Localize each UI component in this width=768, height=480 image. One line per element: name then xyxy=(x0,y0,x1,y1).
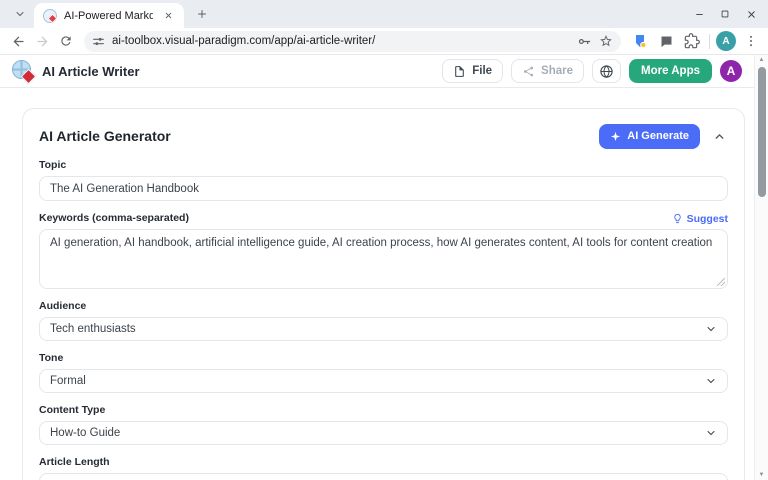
suggest-label: Suggest xyxy=(687,213,728,225)
bookmark-star-icon[interactable] xyxy=(599,34,613,48)
more-apps-button[interactable]: More Apps xyxy=(629,59,712,83)
language-globe-button[interactable] xyxy=(592,59,621,83)
share-button[interactable]: Share xyxy=(511,59,584,83)
tone-label: Tone xyxy=(39,352,728,365)
ai-generate-label: AI Generate xyxy=(627,130,689,142)
audience-select[interactable]: Tech enthusiasts xyxy=(39,317,728,341)
toolbar-separator xyxy=(709,34,710,49)
keywords-textarea[interactable]: AI generation, AI handbook, artificial i… xyxy=(39,229,728,289)
topic-input[interactable] xyxy=(39,176,728,201)
keywords-field-group: Keywords (comma-separated) Suggest AI ge… xyxy=(39,212,728,289)
article-length-select[interactable] xyxy=(39,473,728,480)
tone-select[interactable]: Formal xyxy=(39,369,728,393)
card-title: AI Article Generator xyxy=(39,128,171,144)
chevron-down-icon xyxy=(705,375,717,387)
tab-favicon-icon xyxy=(43,9,57,23)
globe-icon xyxy=(599,64,614,79)
browser-tab[interactable]: AI-Powered Markdown Editor xyxy=(34,3,184,28)
card-header: AI Article Generator AI Generate xyxy=(39,123,728,149)
ai-generate-button[interactable]: AI Generate xyxy=(599,124,700,149)
content-type-label: Content Type xyxy=(39,404,728,417)
extensions-puzzle-icon[interactable] xyxy=(681,30,703,52)
window-maximize-button[interactable] xyxy=(712,2,738,26)
content-type-select[interactable]: How-to Guide xyxy=(39,421,728,445)
reload-button[interactable] xyxy=(54,29,78,53)
keywords-label: Keywords (comma-separated) xyxy=(39,212,189,225)
site-settings-tune-icon[interactable] xyxy=(92,35,105,48)
tone-value: Formal xyxy=(50,375,86,387)
back-button[interactable] xyxy=(6,29,30,53)
tab-strip: AI-Powered Markdown Editor xyxy=(0,0,768,28)
article-length-field-group: Article Length xyxy=(39,456,728,480)
extension-chat-icon[interactable] xyxy=(655,30,677,52)
resize-grip-icon[interactable] xyxy=(717,278,725,286)
article-length-label: Article Length xyxy=(39,456,728,469)
content-type-value: How-to Guide xyxy=(50,427,120,439)
tone-field-group: Tone Formal xyxy=(39,352,728,393)
url-text[interactable]: ai-toolbox.visual-paradigm.com/app/ai-ar… xyxy=(112,35,570,47)
tab-search-chevron-icon[interactable] xyxy=(8,2,32,26)
window-controls xyxy=(686,0,764,28)
audience-field-group: Audience Tech enthusiasts xyxy=(39,300,728,341)
window-minimize-button[interactable] xyxy=(686,2,712,26)
browser-profile-avatar[interactable]: A xyxy=(716,31,736,51)
collapse-chevron-up-icon[interactable] xyxy=(710,127,728,145)
password-key-icon[interactable] xyxy=(577,34,592,49)
file-button-label: File xyxy=(472,65,492,77)
app-title: AI Article Writer xyxy=(42,64,442,79)
browser-window: AI-Powered Markdown Editor xyxy=(0,0,768,480)
forward-button[interactable] xyxy=(30,29,54,53)
sparkle-icon xyxy=(610,131,621,142)
page-content: AI Article Generator AI Generate Topic xyxy=(0,88,768,480)
window-close-button[interactable] xyxy=(738,2,764,26)
audience-label: Audience xyxy=(39,300,728,313)
topic-label: Topic xyxy=(39,159,728,172)
browser-menu-kebab-icon[interactable] xyxy=(740,30,762,52)
chevron-down-icon xyxy=(705,427,717,439)
tab-title: AI-Powered Markdown Editor xyxy=(64,10,153,22)
url-bar[interactable]: ai-toolbox.visual-paradigm.com/app/ai-ar… xyxy=(84,31,621,52)
file-icon xyxy=(453,65,466,78)
chevron-down-icon xyxy=(705,323,717,335)
header-actions: File Share More Apps A xyxy=(442,59,742,83)
page-scrollbar[interactable]: ▲ ▼ xyxy=(754,55,768,480)
scrollbar-down-arrow-icon[interactable]: ▼ xyxy=(759,470,765,480)
tab-close-icon[interactable] xyxy=(160,8,176,24)
topic-field-group: Topic xyxy=(39,159,728,201)
generator-card: AI Article Generator AI Generate Topic xyxy=(22,108,745,480)
content-type-field-group: Content Type How-to Guide xyxy=(39,404,728,445)
share-button-label: Share xyxy=(541,65,573,77)
scrollbar-up-arrow-icon[interactable]: ▲ xyxy=(759,55,765,65)
extension-bookmark-icon[interactable] xyxy=(629,30,651,52)
audience-value: Tech enthusiasts xyxy=(50,323,136,335)
scrollbar-thumb[interactable] xyxy=(758,67,766,197)
app-logo-icon xyxy=(12,60,34,82)
browser-toolbar: ai-toolbox.visual-paradigm.com/app/ai-ar… xyxy=(0,28,768,55)
share-icon xyxy=(522,65,535,78)
suggest-button[interactable]: Suggest xyxy=(672,213,728,225)
new-tab-button[interactable] xyxy=(190,2,214,26)
user-avatar[interactable]: A xyxy=(720,60,742,82)
app-header: AI Article Writer File Share More Apps A xyxy=(0,55,768,88)
file-button[interactable]: File xyxy=(442,59,503,83)
lightbulb-icon xyxy=(672,213,683,224)
extensions-area: A xyxy=(629,30,762,52)
